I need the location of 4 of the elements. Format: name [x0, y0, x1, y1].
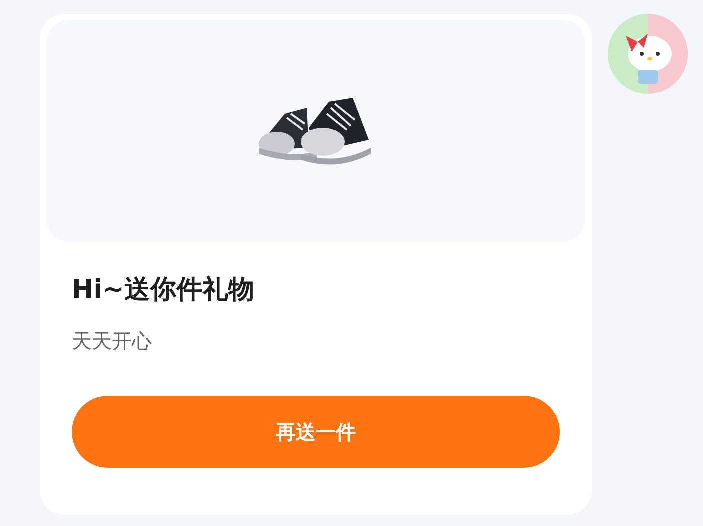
avatar-icon[interactable] [608, 14, 688, 94]
send-again-button[interactable]: 再送一件 [72, 396, 560, 468]
gift-subtitle: 天天开心 [72, 328, 152, 355]
gift-title: Hi~送你件礼物 [72, 274, 254, 307]
